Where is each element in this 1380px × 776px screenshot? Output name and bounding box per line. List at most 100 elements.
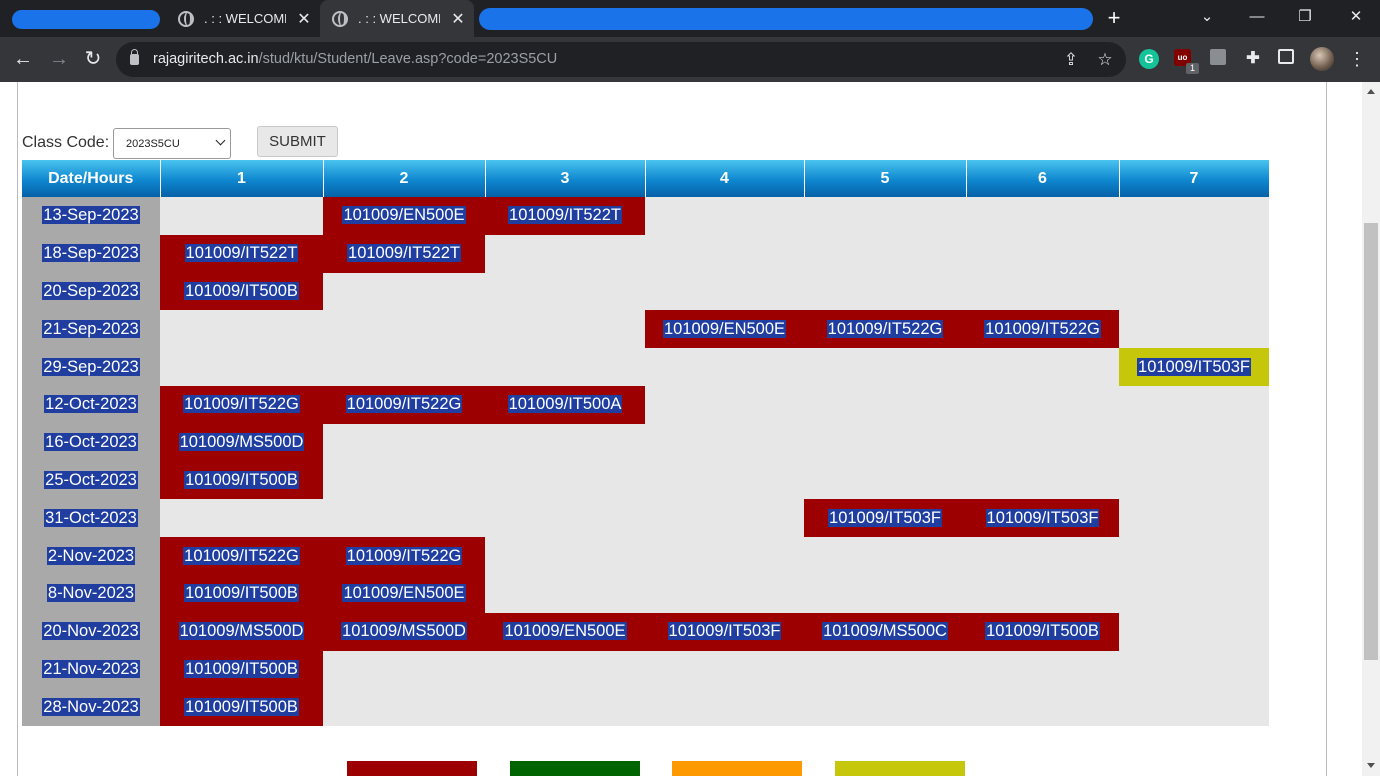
hour-cell [804,197,966,235]
header-hour-1: 1 [160,160,324,197]
tab-search-chevron-icon[interactable]: ⌄ [1193,5,1221,29]
hour-cell: 101009/IT522T [485,197,645,235]
bookmark-star-icon[interactable]: ☆ [1094,49,1116,71]
hour-cell [323,499,485,538]
extension-square-icon[interactable] [1210,49,1226,65]
scroll-thumb[interactable] [1364,223,1378,660]
url-text[interactable]: rajagiritech.ac.in/stud/ktu/Student/Leav… [153,51,557,67]
tab-welcome-2-active[interactable]: . : : WELCOME ✕ [320,0,474,37]
legend-swatch-green [510,761,640,776]
reload-icon[interactable]: ↻ [80,46,106,72]
hour-cell [485,461,645,500]
hour-cell [645,197,804,235]
vertical-scrollbar[interactable] [1362,82,1380,776]
course-code: 101009/IT500A [507,395,623,414]
date-text: 31-Oct-2023 [44,508,138,527]
hour-cell [485,310,645,349]
hour-cell [804,348,966,386]
grammarly-icon[interactable]: G [1139,49,1159,69]
tab-welcome-1[interactable]: . : : WELCOME ✕ [168,0,318,37]
side-panel-icon[interactable] [1278,49,1294,64]
window-close-icon[interactable]: ✕ [1342,5,1370,29]
kebab-menu-icon[interactable]: ⋮ [1344,46,1370,72]
course-code: 101009/IT522G [183,546,300,565]
hour-cell [645,234,804,273]
submit-button[interactable]: SUBMIT [257,126,338,157]
hour-cell [804,423,966,462]
tab-redacted[interactable] [12,10,160,29]
course-code: 101009/IT500B [184,470,299,489]
hour-cell [804,234,966,273]
hour-cell [1119,385,1269,424]
lock-icon[interactable] [130,49,139,65]
course-code: 101009/IT500B [184,584,299,603]
date-text: 20-Sep-2023 [42,281,140,300]
hour-cell: 101009/IT500B [966,612,1119,651]
hour-cell: 101009/MS500C [804,612,966,651]
course-code: 101009/IT522T [184,244,299,263]
table-row: 20-Nov-2023 101009/MS500D 101009/MS500D 101… [22,612,1269,651]
minimize-icon[interactable]: — [1243,5,1271,29]
date-cell: 20-Sep-2023 [22,272,160,311]
class-code-select[interactable]: 2023S5CU [113,128,231,159]
hour-cell [966,650,1119,689]
hour-cell [160,310,323,349]
restore-icon[interactable]: ❐ [1291,5,1319,29]
hour-cell: 101009/IT522G [804,310,966,349]
hour-cell [1119,537,1269,575]
chevron-down-icon [215,135,226,146]
hour-cell: 101009/MS500D [160,423,323,462]
course-code: 101009/IT522G [183,395,300,414]
close-icon[interactable]: ✕ [450,9,466,29]
header-hour-6: 6 [966,160,1120,197]
course-code: 101009/IT500B [184,697,299,716]
hour-cell: 101009/MS500D [160,612,323,651]
back-arrow-icon[interactable]: ← [10,46,36,72]
forward-arrow-icon[interactable]: → [46,46,72,72]
legend-swatch-yellow [835,761,965,776]
hour-cell [966,537,1119,575]
hour-cell [1119,234,1269,273]
course-code: 101009/MS500D [341,622,467,641]
course-code: 101009/IT522G [826,319,944,338]
table-row: 20-Sep-2023 101009/IT500B [22,272,1269,311]
header-hour-4: 4 [645,160,805,197]
hour-cell: 101009/IT500B [160,272,323,311]
course-code: 101009/EN500E [662,319,787,338]
close-icon[interactable]: ✕ [296,9,312,29]
page-viewport: Class Code: 2023S5CU SUBMIT Date/Hours 1… [0,82,1362,776]
legend-swatch-absent [347,761,477,776]
hour-cell [966,272,1119,311]
hour-cell [966,423,1119,462]
hour-cell [966,234,1119,273]
hour-cell [485,688,645,727]
hour-cell: 101009/IT503F [1119,348,1269,386]
hour-cell [804,537,966,575]
scroll-up-arrow-icon[interactable] [1367,89,1375,94]
puzzle-extensions-icon[interactable]: ✚ [1243,49,1263,69]
tab-title: . : : WELCOME [358,11,440,26]
hour-cell [1119,688,1269,727]
redacted-tabs[interactable] [479,8,1093,30]
date-cell: 29-Sep-2023 [22,348,160,386]
course-code: 101009/IT500B [985,622,1100,641]
hour-cell [645,499,804,538]
hour-cell: 101009/IT522T [160,234,323,273]
new-tab-plus-icon[interactable]: + [1103,6,1125,30]
browser-toolbar: ← → ↻ rajagiritech.ac.in/stud/ktu/Studen… [0,37,1380,82]
hour-cell [804,688,966,727]
hour-cell [160,197,323,235]
address-bar[interactable]: rajagiritech.ac.in/stud/ktu/Student/Leav… [116,42,1126,77]
hour-cell [1119,310,1269,349]
date-cell: 28-Nov-2023 [22,688,160,727]
scroll-down-arrow-icon[interactable] [1367,763,1375,768]
hour-cell [323,461,485,500]
share-icon[interactable]: ⇪ [1060,49,1082,71]
hour-cell [485,272,645,311]
date-text: 29-Sep-2023 [42,357,140,376]
hour-cell [323,650,485,689]
header-hour-2: 2 [323,160,486,197]
profile-avatar[interactable] [1310,47,1334,71]
table-row: 16-Oct-2023 101009/MS500D [22,423,1269,462]
hour-cell [485,574,645,613]
